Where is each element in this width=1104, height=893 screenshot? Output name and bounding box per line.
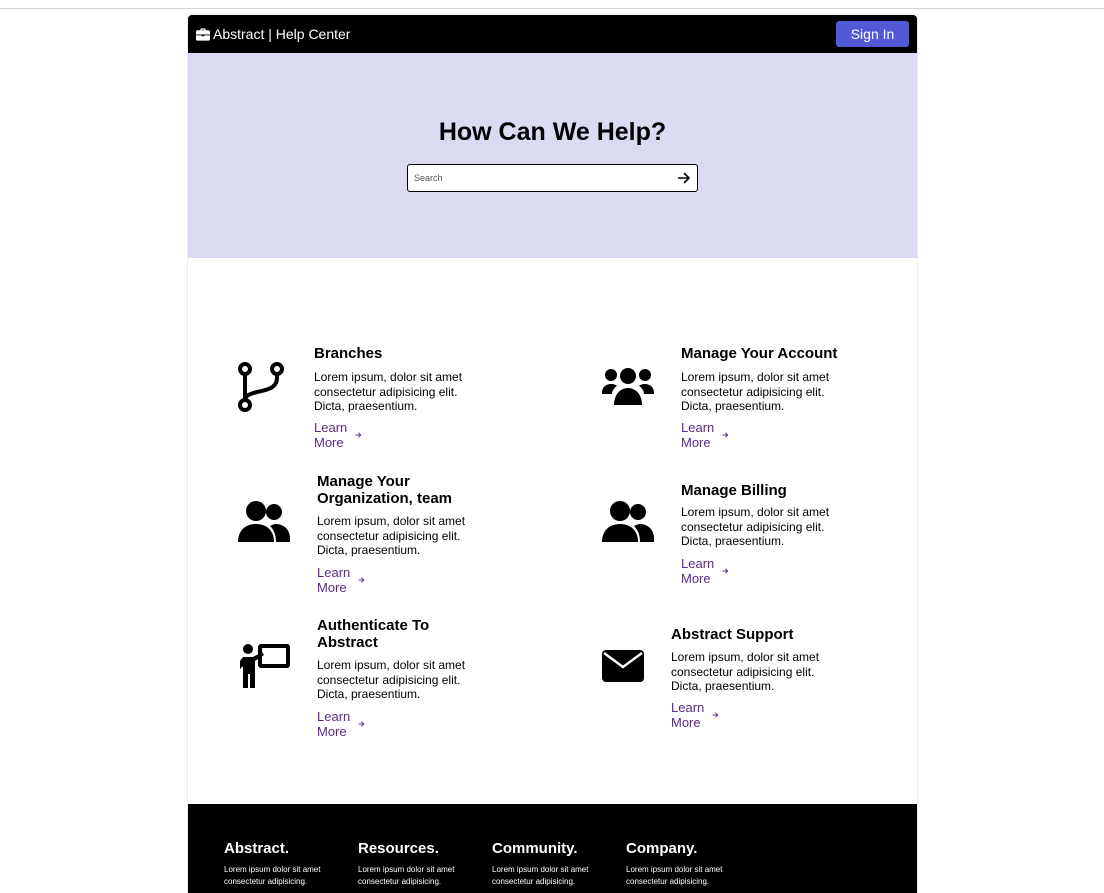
top-navbar: Abstract | Help Center Sign In — [188, 15, 917, 53]
arrow-right-icon — [722, 432, 729, 438]
learn-more-label: Learn More — [671, 700, 705, 730]
arrow-right-icon — [712, 712, 719, 718]
footer-column-text: Lorem ipsum dolor sit amet consectetur a… — [492, 865, 589, 886]
card-title: Branches — [314, 345, 383, 362]
envelope-icon — [602, 650, 644, 682]
users-group-icon — [602, 368, 654, 405]
user-friends-icon — [238, 501, 290, 542]
footer-column-text: Lorem ipsum dolor sit amet consectetur a… — [358, 865, 455, 886]
help-center-page: Abstract | Help Center Sign In How Can W… — [188, 15, 917, 893]
hero-section: How Can We Help? — [188, 53, 917, 258]
footer-column-title: Resources. — [358, 840, 439, 857]
card-description: Lorem ipsum, dolor sit amet consectetur … — [317, 658, 466, 701]
learn-more-link[interactable]: Learn More — [317, 709, 365, 739]
learn-more-label: Learn More — [681, 556, 715, 586]
card-description: Lorem ipsum, dolor sit amet consectetur … — [317, 514, 466, 557]
card-title: Manage Your Account — [681, 345, 838, 362]
search-box — [407, 164, 698, 192]
footer-column-community: Community. Lorem ipsum dolor sit amet co… — [492, 840, 622, 888]
learn-more-link[interactable]: Learn More — [681, 420, 729, 450]
search-input[interactable] — [414, 168, 664, 188]
card-description: Lorem ipsum, dolor sit amet consectetur … — [681, 370, 830, 413]
learn-more-label: Learn More — [317, 709, 351, 739]
card-title: Authenticate To Abstract — [317, 617, 430, 651]
presenter-icon — [240, 644, 290, 688]
card-title: Manage Billing — [681, 482, 787, 499]
arrow-right-icon — [358, 577, 365, 583]
learn-more-link[interactable]: Learn More — [314, 420, 362, 450]
footer-column-title: Company. — [626, 840, 698, 857]
learn-more-label: Learn More — [681, 420, 715, 450]
git-branch-icon — [238, 362, 284, 412]
card-description: Lorem ipsum, dolor sit amet consectetur … — [671, 650, 820, 693]
footer: Abstract. Lorem ipsum dolor sit amet con… — [188, 804, 917, 893]
brand-label: Abstract | Help Center — [213, 26, 351, 42]
learn-more-label: Learn More — [317, 565, 351, 595]
learn-more-link[interactable]: Learn More — [671, 700, 719, 730]
footer-column-abstract: Abstract. Lorem ipsum dolor sit amet con… — [224, 840, 354, 888]
arrow-right-icon — [355, 432, 362, 438]
card-title: Manage Your Organization, team — [317, 473, 453, 507]
arrow-right-icon — [358, 721, 365, 727]
arrow-right-icon[interactable] — [677, 171, 691, 185]
hero-title: How Can We Help? — [438, 118, 667, 146]
footer-column-text: Lorem ipsum dolor sit amet consectetur a… — [224, 865, 321, 886]
arrow-right-icon — [722, 568, 729, 574]
card-description: Lorem ipsum, dolor sit amet consectetur … — [681, 505, 830, 548]
card-description: Lorem ipsum, dolor sit amet consectetur … — [314, 370, 463, 413]
learn-more-label: Learn More — [314, 420, 348, 450]
footer-column-resources: Resources. Lorem ipsum dolor sit amet co… — [358, 840, 488, 888]
footer-column-title: Community. — [492, 840, 578, 857]
browser-chrome-edge — [0, 0, 1104, 9]
footer-column-title: Abstract. — [224, 840, 290, 857]
briefcase-icon — [196, 27, 210, 41]
sign-in-button[interactable]: Sign In — [836, 21, 909, 47]
footer-column-company: Company. Lorem ipsum dolor sit amet cons… — [626, 840, 756, 888]
learn-more-link[interactable]: Learn More — [317, 565, 365, 595]
footer-column-text: Lorem ipsum dolor sit amet consectetur a… — [626, 865, 723, 886]
learn-more-link[interactable]: Learn More — [681, 556, 729, 586]
user-friends-icon — [602, 501, 654, 542]
card-title: Abstract Support — [671, 626, 794, 643]
brand[interactable]: Abstract | Help Center — [196, 26, 350, 42]
